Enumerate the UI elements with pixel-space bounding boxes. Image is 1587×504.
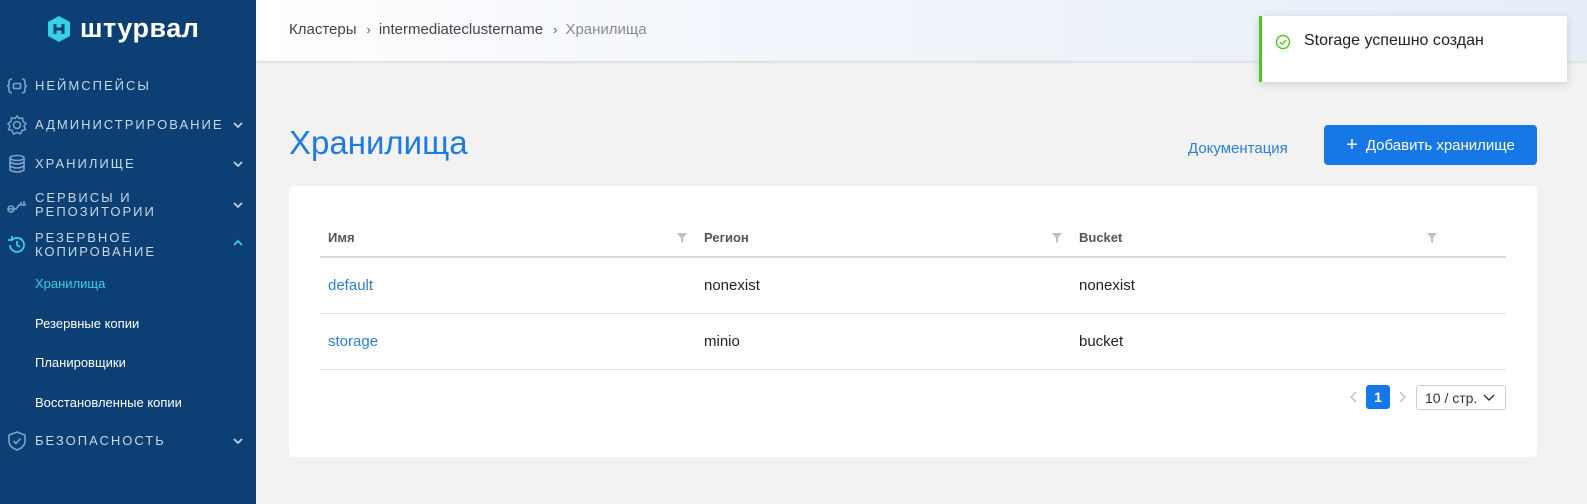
sidebar-item-storage[interactable]: Хранилище: [0, 153, 256, 175]
gear-icon: [6, 114, 28, 135]
next-page-icon[interactable]: [1397, 391, 1407, 403]
table-row: storage minio bucket: [320, 314, 1506, 370]
history-icon: [8, 236, 25, 253]
cell-bucket: bucket: [1079, 333, 1124, 350]
page-title: Хранилища: [289, 124, 468, 161]
sidebar-subitem-storages[interactable]: Хранилища: [35, 276, 105, 291]
database-icon: [9, 154, 25, 173]
documentation-link[interactable]: Документация: [1188, 140, 1288, 157]
chevron-up-icon: [233, 239, 243, 246]
storage-name-link[interactable]: default: [328, 277, 373, 294]
sidebar-item-security[interactable]: Безопасность: [0, 430, 256, 452]
shield-icon: [8, 431, 26, 451]
chevron-down-icon: [233, 122, 243, 129]
success-notification: Storage успешно создан: [1259, 16, 1567, 82]
sidebar-item-backup[interactable]: Резервное копирование: [0, 230, 256, 260]
sidebar-subitem-schedulers[interactable]: Планировщики: [35, 355, 126, 370]
logo-mark-icon: [48, 15, 70, 42]
column-header-bucket: Bucket: [1079, 230, 1123, 245]
sidebar-item-services[interactable]: Сервисы и репозитории: [0, 190, 256, 220]
sidebar-item-label: Неймспейсы: [35, 78, 151, 93]
sidebar-item-label: Резервное копирование: [35, 230, 157, 259]
add-storage-label: Добавить хранилище: [1365, 136, 1515, 154]
table-row: default nonexist nonexist: [320, 258, 1506, 314]
filter-icon[interactable]: [1426, 232, 1438, 244]
chevron-right-icon: ›: [366, 22, 371, 37]
table-header: Имя Регион Bucket: [320, 222, 1506, 258]
breadcrumb: Кластеры › intermediateclustername › Хра…: [289, 21, 647, 38]
breadcrumb-item-clusters[interactable]: Кластеры: [289, 21, 357, 38]
add-storage-button[interactable]: + Добавить хранилище: [1324, 125, 1537, 165]
sidebar-item-label: Хранилище: [35, 156, 136, 171]
page-size-value: 10 / стр.: [1425, 389, 1478, 406]
namespace-icon: [6, 78, 28, 94]
chevron-right-icon: ›: [553, 22, 558, 37]
column-header-region: Регион: [704, 230, 749, 245]
sidebar-item-administration[interactable]: Администрирование: [0, 114, 256, 136]
chevron-down-icon: [233, 202, 243, 209]
filter-icon[interactable]: [1051, 232, 1063, 244]
sidebar-item-label: Безопасность: [35, 433, 166, 448]
brand-name: штурвал: [80, 13, 200, 43]
breadcrumb-item-current: Хранилища: [565, 21, 647, 38]
sidebar: штурвал Неймспейсы Администрирование Хра…: [0, 0, 256, 504]
breadcrumb-item-cluster[interactable]: intermediateclustername: [379, 21, 543, 38]
check-circle-icon: [1275, 34, 1291, 50]
chevron-down-icon: [233, 161, 243, 168]
page-size-select[interactable]: 10 / стр.: [1416, 385, 1506, 410]
sidebar-subitem-backups[interactable]: Резервные копии: [35, 316, 139, 331]
page-1-button[interactable]: 1: [1366, 385, 1390, 409]
sidebar-item-label: Администрирование: [35, 117, 224, 132]
storages-card: Имя Регион Bucket default nonexist nonex…: [289, 186, 1537, 457]
chevron-down-icon: [1483, 394, 1495, 401]
filter-icon[interactable]: [676, 232, 688, 244]
storage-name-link[interactable]: storage: [328, 333, 378, 350]
column-header-name: Имя: [328, 230, 355, 245]
cell-bucket: nonexist: [1079, 277, 1135, 294]
brand-logo[interactable]: штурвал: [46, 13, 199, 44]
cell-region: minio: [704, 333, 740, 350]
sidebar-item-label: Сервисы и репозитории: [35, 190, 156, 219]
prev-page-icon[interactable]: [1349, 391, 1359, 403]
sidebar-subitem-restores[interactable]: Восстановленные копии: [35, 395, 182, 410]
cell-region: nonexist: [704, 277, 760, 294]
notification-message: Storage успешно создан: [1304, 32, 1484, 49]
storages-table: Имя Регион Bucket default nonexist nonex…: [320, 222, 1506, 370]
chevron-down-icon: [233, 438, 243, 445]
sidebar-item-namespaces[interactable]: Неймспейсы: [0, 75, 256, 97]
plus-icon: +: [1346, 134, 1358, 156]
key-icon: [7, 201, 26, 213]
